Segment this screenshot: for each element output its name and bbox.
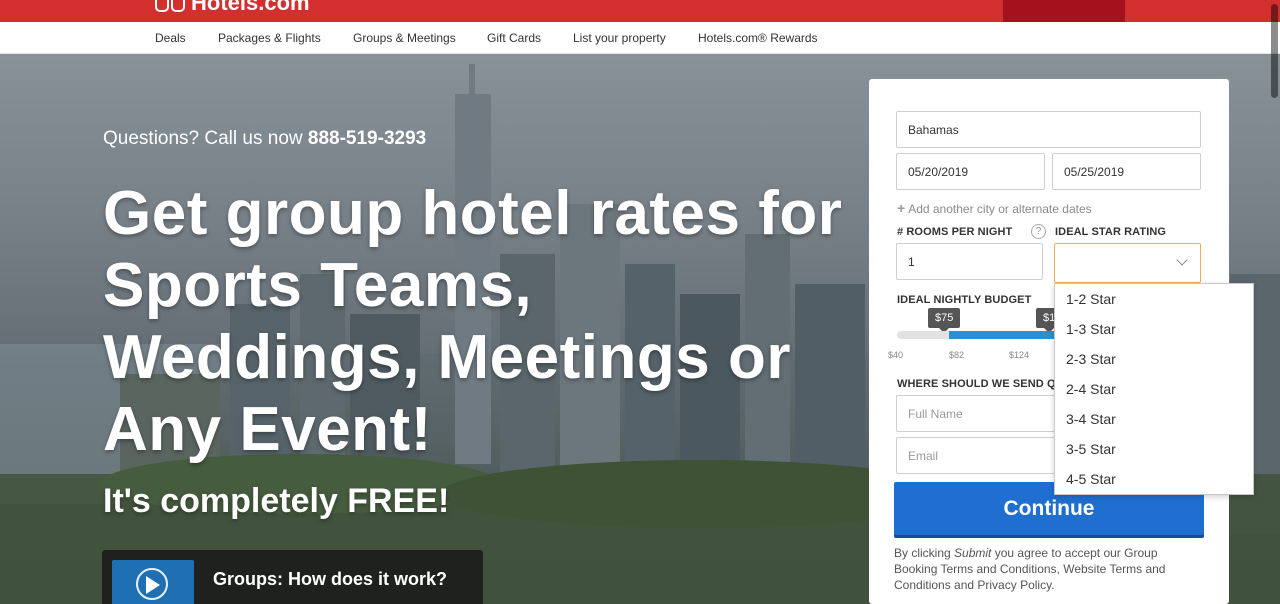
free-subheading: It's completely FREE! [103, 482, 450, 520]
rooms-input[interactable]: 1 [896, 243, 1043, 280]
video-thumbnail[interactable] [112, 560, 194, 604]
rooms-label: # ROOMS PER NIGHT [897, 226, 1013, 238]
chevron-down-icon [1176, 254, 1188, 266]
hero-headline: Get group hotel rates for Sports Teams, … [103, 178, 883, 466]
brand-bar: Hotels.com [0, 0, 1280, 22]
star-option-2-4[interactable]: 2-4 Star [1066, 381, 1116, 397]
star-option-1-3[interactable]: 1-3 Star [1066, 321, 1116, 337]
nav-deals[interactable]: Deals [155, 31, 186, 45]
star-option-3-5[interactable]: 3-5 Star [1066, 441, 1116, 457]
budget-tick-2: $82 [949, 350, 965, 360]
help-icon[interactable]: ? [1031, 224, 1046, 239]
play-icon [146, 576, 160, 594]
logo-mark-icon [155, 0, 185, 12]
quote-recipient-label: WHERE SHOULD WE SEND QU [897, 378, 1064, 390]
star-rating-label: IDEAL STAR RATING [1055, 226, 1167, 238]
star-option-2-3[interactable]: 2-3 Star [1066, 351, 1116, 367]
nav-gift-cards[interactable]: Gift Cards [487, 31, 541, 45]
plus-icon: + [897, 200, 906, 216]
how-it-works-video[interactable]: Groups: How does it work? [102, 550, 483, 604]
star-rating-dropdown: 1-2 Star 1-3 Star 2-3 Star 2-4 Star 3-4 … [1054, 283, 1254, 495]
nav-groups-meetings[interactable]: Groups & Meetings [353, 31, 456, 45]
hotels-logo[interactable]: Hotels.com [155, 0, 310, 16]
budget-label: IDEAL NIGHTLY BUDGET [897, 294, 1032, 306]
add-city-label: Add another city or alternate dates [908, 202, 1092, 216]
budget-tick-1: $40 [888, 350, 904, 360]
page-scrollbar[interactable] [1268, 0, 1280, 604]
headline-line-3: Weddings, Meetings or [103, 323, 791, 392]
checkin-date-input[interactable]: 05/20/2019 [896, 153, 1045, 190]
legal-text: By clicking Submit you agree to accept o… [894, 545, 1194, 593]
legal-prefix: By clicking [894, 546, 955, 560]
star-option-1-2[interactable]: 1-2 Star [1066, 291, 1116, 307]
account-button[interactable] [1003, 0, 1125, 22]
add-city-link[interactable]: + Add another city or alternate dates [897, 200, 1092, 216]
nav-packages-flights[interactable]: Packages & Flights [218, 31, 321, 45]
phone-line: Questions? Call us now 888-519-3293 [103, 128, 426, 150]
phone-prefix: Questions? Call us now [103, 128, 308, 149]
headline-line-4: Any Event! [103, 395, 432, 464]
budget-min-tooltip: $75 [928, 308, 961, 333]
headline-line-1: Get group hotel rates for [103, 179, 843, 248]
nav-rewards[interactable]: Hotels.com® Rewards [698, 31, 818, 45]
star-option-3-4[interactable]: 3-4 Star [1066, 411, 1116, 427]
scrollbar-thumb[interactable] [1271, 4, 1278, 98]
logo-text: Hotels.com [191, 0, 310, 15]
video-label: Groups: How does it work? [213, 569, 448, 589]
nav-list-property[interactable]: List your property [573, 31, 666, 45]
main-nav: Deals Packages & Flights Groups & Meetin… [0, 22, 1280, 54]
star-option-4-5[interactable]: 4-5 Star [1066, 471, 1116, 487]
checkout-date-input[interactable]: 05/25/2019 [1052, 153, 1201, 190]
destination-input[interactable]: Bahamas [896, 111, 1201, 148]
star-rating-select[interactable] [1054, 243, 1201, 283]
headline-line-2: Sports Teams, [103, 251, 533, 320]
budget-tick-3: $124 [1009, 350, 1030, 360]
legal-submit: Submit [954, 546, 992, 560]
phone-number[interactable]: 888-519-3293 [308, 128, 426, 149]
